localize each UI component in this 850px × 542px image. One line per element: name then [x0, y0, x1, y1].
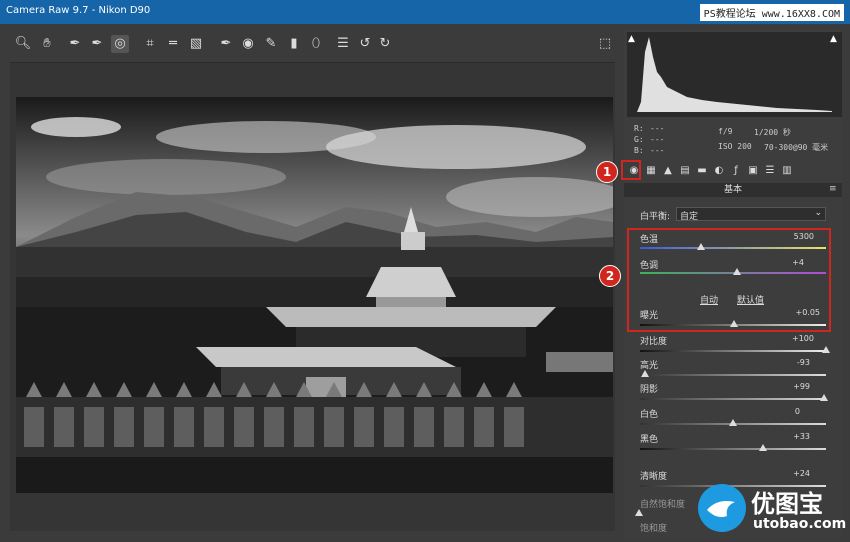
basic-tab-highlight — [621, 160, 641, 180]
vibrance-thumb[interactable] — [635, 509, 643, 516]
g-value: --- — [650, 135, 665, 144]
tab-effects-icon[interactable]: ƒ — [730, 165, 742, 177]
contrast-track[interactable] — [640, 350, 826, 352]
contrast-thumb[interactable] — [822, 346, 830, 353]
aperture: f/9 — [718, 127, 733, 136]
logo-en: utobao.com — [753, 516, 847, 532]
tab-lens-icon[interactable]: ◐ — [713, 165, 725, 177]
tab-snapshots-icon[interactable]: ▥ — [781, 165, 793, 177]
lens: 70-300@90 毫米 — [764, 143, 829, 152]
tab-presets-icon[interactable]: ☰ — [764, 165, 776, 177]
panel-tabs: ◉ ▦ ▲ ▤ ▬ ◐ ƒ ▣ ☰ ▥ — [624, 163, 842, 181]
preferences-icon[interactable]: ☰ — [334, 35, 352, 53]
red-eye-icon[interactable]: ◉ — [239, 35, 257, 53]
tab-tone-curve-icon[interactable]: ▦ — [645, 165, 657, 177]
transform-icon[interactable]: ▧ — [187, 35, 205, 53]
rotate-cw-icon[interactable]: ↻ — [376, 35, 394, 53]
highlights-value: -93 — [796, 358, 810, 367]
tab-split-toning-icon[interactable]: ▬ — [696, 165, 708, 177]
b-value: --- — [650, 146, 665, 155]
shadows-thumb[interactable] — [820, 394, 828, 401]
blacks-track[interactable] — [640, 448, 826, 450]
logo-cn: 优图宝 — [751, 490, 823, 518]
shadows-track[interactable] — [640, 398, 826, 400]
window-title: Camera Raw 9.7 - Nikon D90 — [6, 5, 151, 16]
histogram — [627, 32, 842, 117]
r-value: --- — [650, 124, 665, 133]
title-bar: Camera Raw 9.7 - Nikon D90 PS教程论坛 www.16… — [0, 0, 850, 24]
color-sampler-icon[interactable]: ✒ — [88, 35, 106, 53]
radial-filter-icon[interactable]: ⬯ — [307, 35, 325, 53]
blacks-value: +33 — [793, 432, 810, 441]
saturation-label: 饱和度 — [640, 524, 668, 534]
wb-label: 白平衡: — [640, 212, 671, 222]
callout-1: 1 — [596, 161, 618, 183]
callout-2: 2 — [599, 265, 621, 287]
iso: ISO 200 — [718, 142, 752, 151]
hand-icon[interactable]: ✋︎ — [38, 35, 56, 53]
chevron-down-icon: ⌄ — [814, 208, 822, 218]
blacks-thumb[interactable] — [759, 444, 767, 451]
crop-icon[interactable]: ⌗ — [141, 35, 159, 53]
toolbar: 🔍︎ ✋︎ ✒ ✒ ◎ ⌗ ═ ▧ ✒ ◉ ✎ ▮ ⬯ ☰ ↺ ↻ ⬚ — [10, 32, 615, 58]
wb-value: 自定 — [680, 212, 699, 222]
adjustment-brush-icon[interactable]: ✎ — [262, 35, 280, 53]
watermark: PS教程论坛 www.16XX8.COM — [699, 4, 844, 21]
highlight-clipping-icon[interactable]: ▲ — [830, 34, 837, 44]
contrast-label: 对比度 — [640, 337, 668, 347]
white-balance-row: 白平衡: 自定 ⌄ — [640, 207, 830, 223]
tab-detail-icon[interactable]: ▲ — [662, 165, 674, 177]
rotate-ccw-icon[interactable]: ↺ — [356, 35, 374, 53]
fullscreen-icon[interactable]: ⬚ — [596, 35, 614, 53]
shadow-clipping-icon[interactable]: ▲ — [628, 34, 635, 44]
panel-title: 基本 — [624, 183, 842, 197]
spot-removal-icon[interactable]: ✒ — [217, 35, 235, 53]
whites-value: 0 — [794, 407, 800, 416]
utobao-logo: 优图宝 utobao.com — [695, 480, 850, 539]
highlight-box — [627, 228, 831, 332]
straighten-icon[interactable]: ═ — [164, 35, 182, 53]
exif-readout: R: --- G: --- B: --- f/9 1/200 秒 ISO 200… — [634, 124, 834, 155]
r-label: R: — [634, 124, 644, 133]
whites-label: 白色 — [640, 410, 659, 420]
zoom-icon[interactable]: 🔍︎ — [14, 35, 32, 53]
targeted-adjust-icon[interactable]: ◎ — [111, 35, 129, 53]
clarity-value: +24 — [793, 469, 810, 478]
b-label: B: — [634, 146, 644, 155]
highlights-thumb[interactable] — [641, 370, 649, 377]
vibrance-label: 自然饱和度 — [640, 500, 686, 510]
graduated-filter-icon[interactable]: ▮ — [285, 35, 303, 53]
monastery-photo — [16, 97, 613, 493]
contrast-value: +100 — [792, 334, 814, 343]
panel-menu-icon[interactable]: ≡ — [829, 184, 837, 194]
tab-hsl-icon[interactable]: ▤ — [679, 165, 691, 177]
shutter: 1/200 秒 — [754, 128, 791, 137]
clarity-label: 清晰度 — [640, 472, 668, 482]
g-label: G: — [634, 135, 644, 144]
blacks-label: 黑色 — [640, 435, 659, 445]
white-balance-icon[interactable]: ✒ — [66, 35, 84, 53]
whites-thumb[interactable] — [729, 419, 737, 426]
wb-select[interactable]: 自定 ⌄ — [676, 207, 826, 222]
shadows-value: +99 — [793, 382, 810, 391]
highlights-track[interactable] — [640, 374, 826, 376]
photo-preview[interactable] — [16, 97, 613, 493]
shadows-label: 阴影 — [640, 385, 659, 395]
tab-camera-calibration-icon[interactable]: ▣ — [747, 165, 759, 177]
